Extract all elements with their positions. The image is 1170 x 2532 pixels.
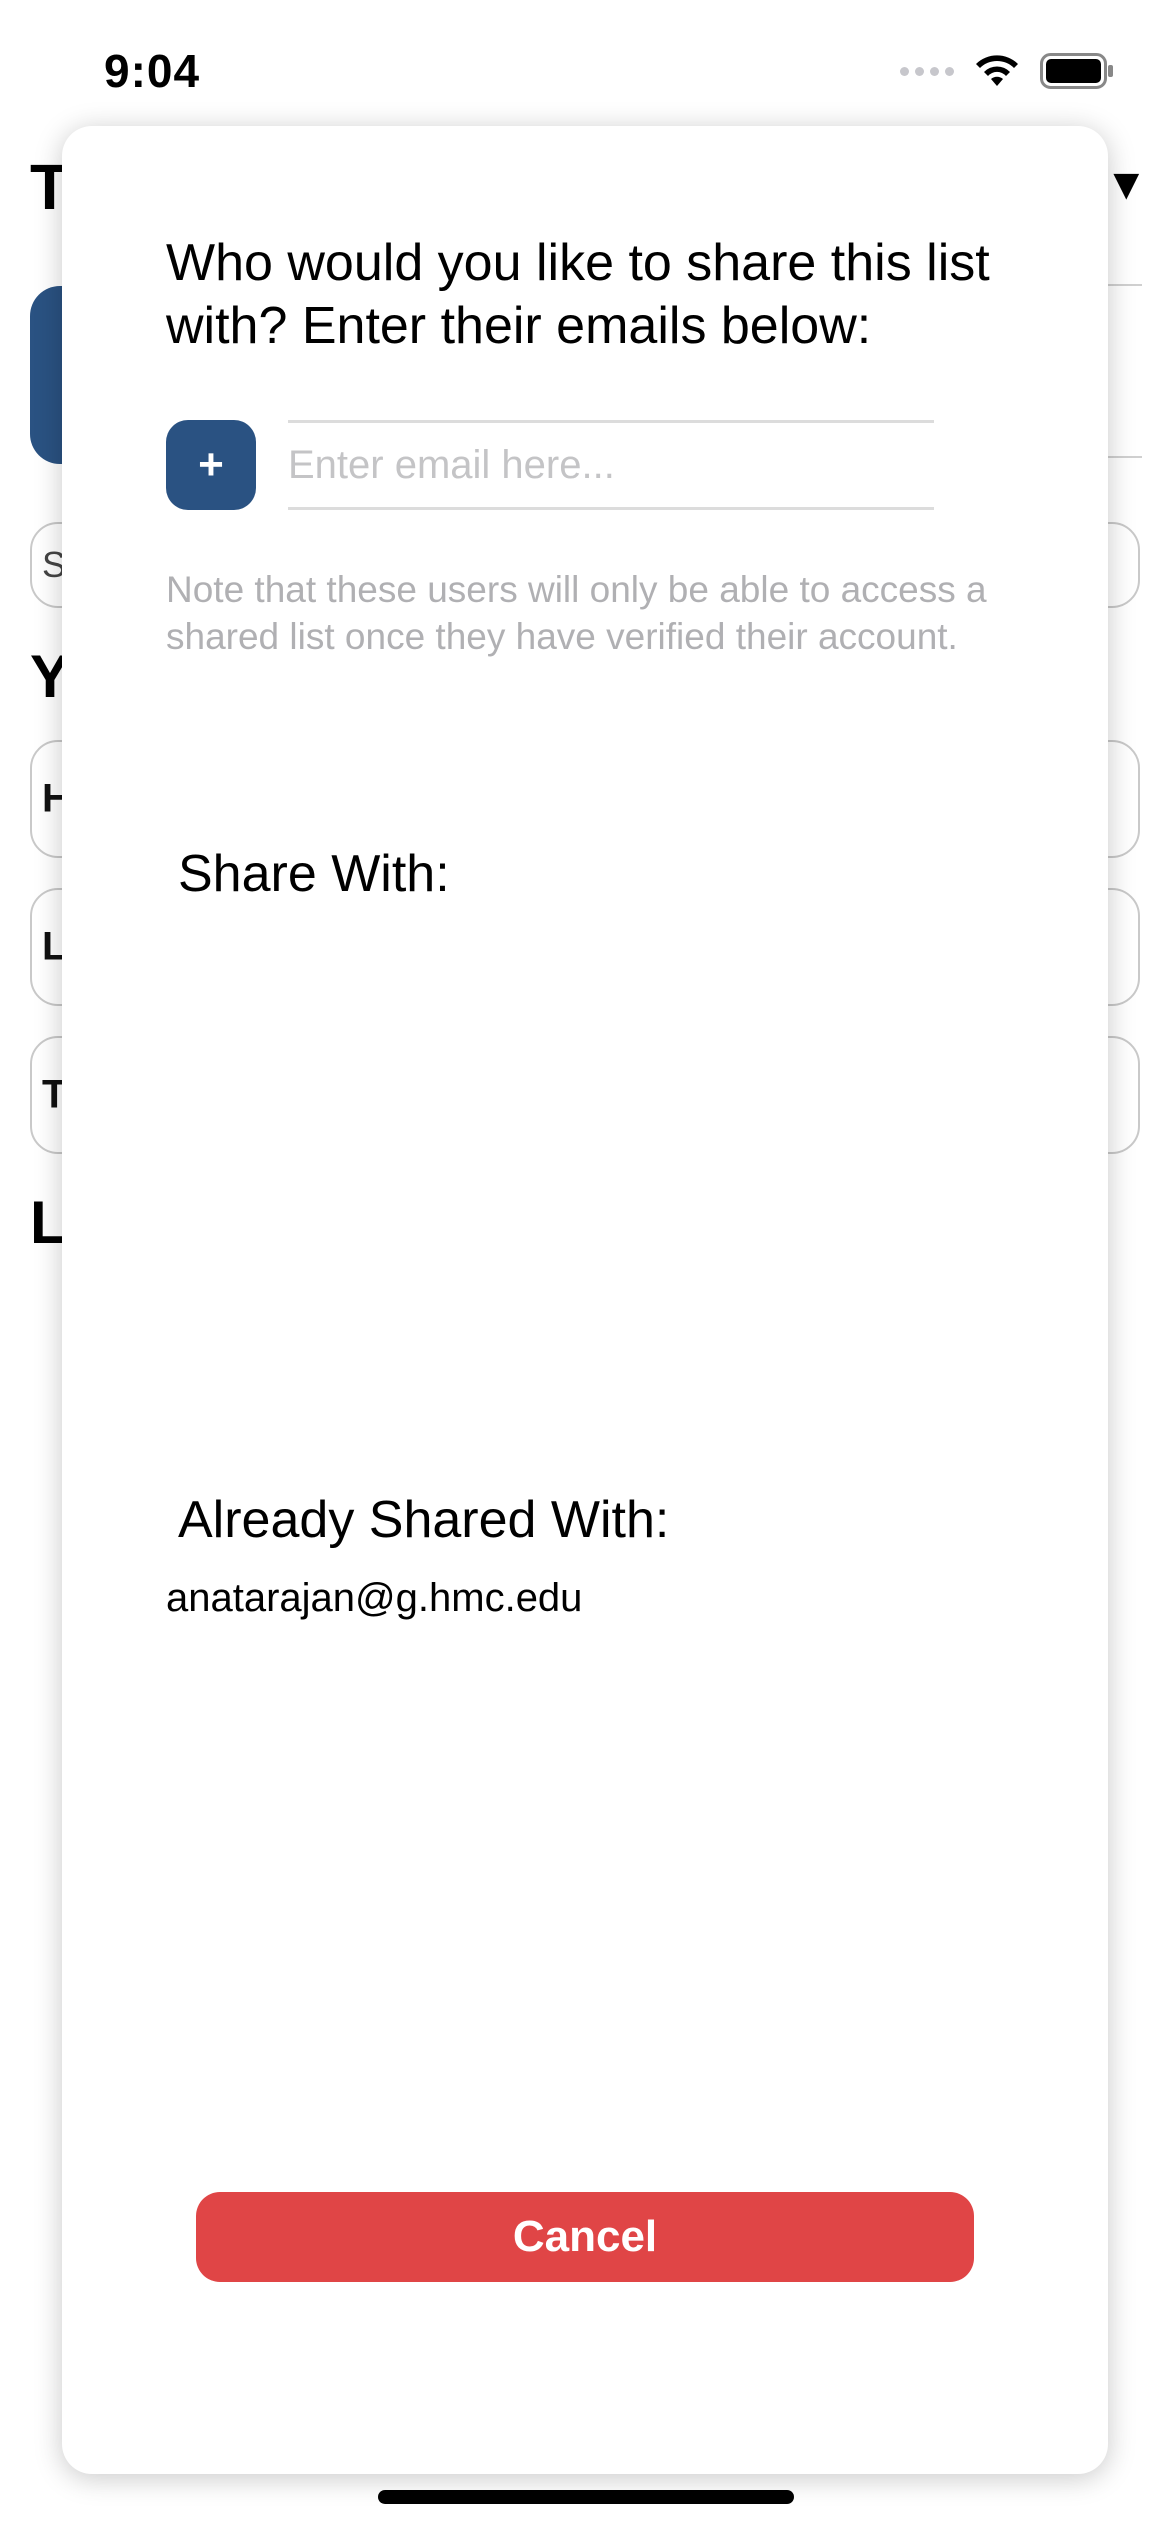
email-field-wrapper bbox=[288, 420, 934, 510]
share-with-title: Share With: bbox=[178, 845, 450, 903]
verification-note: Note that these users will only be able … bbox=[166, 569, 987, 657]
status-icons bbox=[900, 52, 1114, 90]
chevron-down-icon: ▼ bbox=[1104, 160, 1148, 209]
battery-icon bbox=[1040, 53, 1113, 89]
signal-icon bbox=[900, 66, 954, 76]
already-shared-title: Already Shared With: bbox=[178, 1491, 670, 1549]
share-prompt: Who would you like to share this list wi… bbox=[166, 234, 990, 355]
email-field[interactable] bbox=[288, 423, 934, 507]
list-item: anatarajan@g.hmc.edu bbox=[166, 1576, 583, 1620]
home-indicator[interactable] bbox=[378, 2490, 794, 2504]
share-list-sheet: Who would you like to share this list wi… bbox=[62, 126, 1108, 2474]
status-time: 9:04 bbox=[104, 45, 201, 97]
cancel-button[interactable]: Cancel bbox=[196, 2192, 974, 2282]
add-email-button[interactable]: + bbox=[166, 420, 256, 510]
wifi-icon bbox=[976, 55, 1018, 86]
